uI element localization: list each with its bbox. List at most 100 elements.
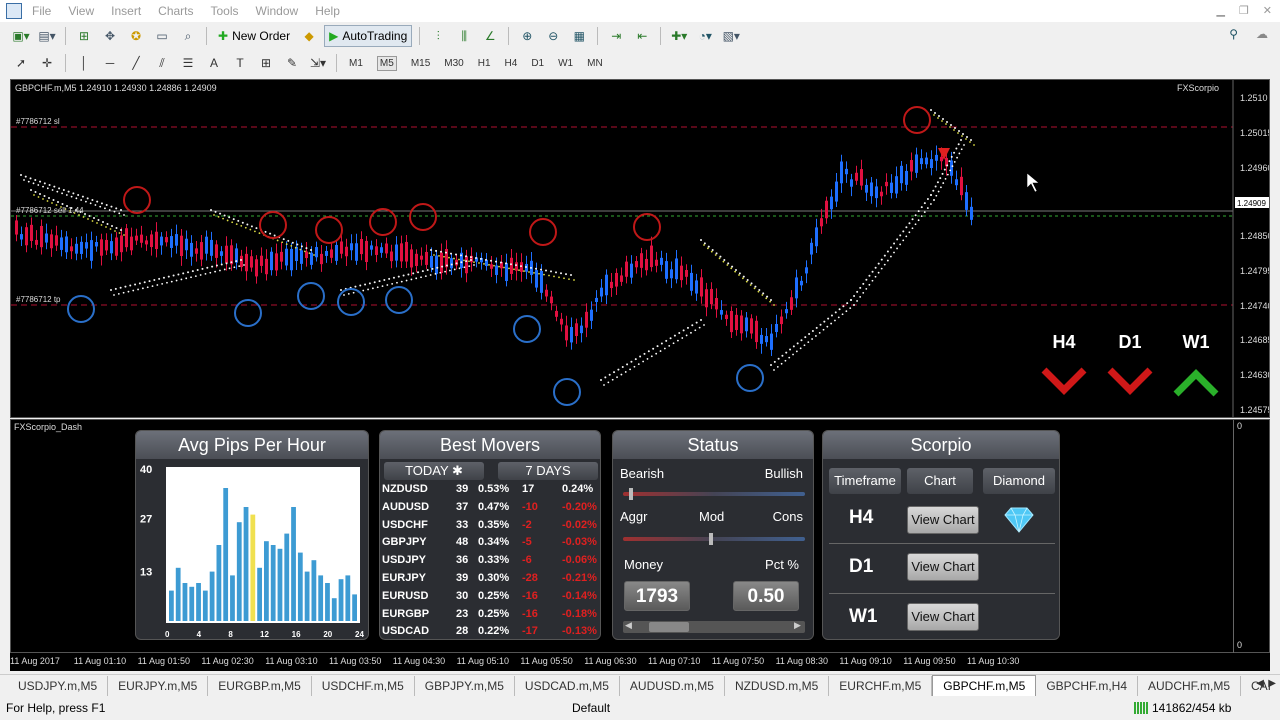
timeframe-m1[interactable]: M1: [349, 58, 363, 69]
vertical-line-icon[interactable]: │: [75, 54, 93, 72]
menu-insert[interactable]: Insert: [111, 4, 141, 18]
trail-dot: [949, 169, 952, 172]
new-order-button[interactable]: ✚ New Order: [214, 25, 294, 47]
trail-dot: [757, 290, 760, 293]
market-watch-icon[interactable]: ⊞: [75, 27, 93, 45]
timeframe-mn[interactable]: MN: [587, 58, 603, 69]
navigator-icon[interactable]: ✪: [127, 27, 145, 45]
chart-header-button[interactable]: Chart: [907, 468, 973, 494]
price-axis: 1.2510 1.25015 1.24960 1.24909 1.24850 1.2479…: [1235, 93, 1269, 415]
cursor-icon[interactable]: ➚: [12, 54, 30, 72]
trail-dot: [868, 274, 871, 277]
trail-dot: [935, 194, 938, 197]
view-chart-d1-button[interactable]: View Chart: [907, 553, 979, 581]
menu-view[interactable]: View: [68, 4, 94, 18]
chart-tab[interactable]: NZDUSD.m,M5: [725, 676, 830, 696]
metaeditor-icon[interactable]: ◆: [300, 27, 318, 45]
profiles-icon[interactable]: ▤▾: [38, 27, 56, 45]
risk-slider[interactable]: [623, 537, 805, 541]
zoom-in-icon[interactable]: ⊕: [518, 27, 536, 45]
candle-body: [565, 325, 568, 341]
line-chart-icon[interactable]: ∠: [481, 27, 499, 45]
chart-tab[interactable]: EURJPY.m,M5: [108, 676, 209, 696]
candle-body: [405, 241, 408, 262]
chart-tab[interactable]: EURCHF.m,M5: [829, 676, 933, 696]
timeframe-w1[interactable]: W1: [558, 58, 573, 69]
chart-tab[interactable]: GBPCHF.m,M5: [932, 675, 1037, 696]
today-tab[interactable]: TODAY ✱: [384, 462, 484, 480]
menu-help[interactable]: Help: [315, 4, 340, 18]
candle-body: [200, 242, 203, 260]
timeframe-header-button[interactable]: Timeframe: [829, 468, 901, 494]
timeframe-m30[interactable]: M30: [444, 58, 463, 69]
chart-tab[interactable]: USDCHF.m,M5: [312, 676, 415, 696]
chart-tab[interactable]: USDCAD.m,M5: [515, 676, 620, 696]
new-chart-icon[interactable]: ▣▾: [12, 27, 30, 45]
pct-field[interactable]: 0.50: [733, 581, 799, 611]
seven-days-tab[interactable]: 7 DAYS: [498, 462, 598, 480]
profile-name: Default: [572, 701, 611, 715]
scroll-left-icon[interactable]: ◀: [625, 620, 632, 631]
timeframe-m15[interactable]: M15: [411, 58, 430, 69]
periods-icon[interactable]: ◔▾: [696, 27, 714, 45]
candle-body: [40, 225, 43, 248]
timeframe-h1[interactable]: H1: [478, 58, 491, 69]
money-field[interactable]: 1793: [624, 581, 690, 611]
tab-scroll-left-icon[interactable]: ◀: [1256, 678, 1264, 689]
trendline-icon[interactable]: ╱: [127, 54, 145, 72]
channel-icon[interactable]: ⫽: [153, 54, 171, 72]
fibonacci-icon[interactable]: ☰: [179, 54, 197, 72]
autotrading-button[interactable]: ▶ AutoTrading: [324, 25, 413, 47]
text-label-icon[interactable]: T: [231, 54, 249, 72]
trail-dot: [235, 223, 238, 225]
scorpio-sell-icon: [409, 203, 437, 231]
trail-dot: [686, 326, 689, 329]
timeframe-m5[interactable]: M5: [376, 55, 397, 71]
close-icon[interactable]: ✕: [1263, 4, 1272, 17]
chart-tab[interactable]: GBPCHF.m,H4: [1036, 676, 1138, 696]
chart-tab[interactable]: EURGBP.m,M5: [208, 676, 312, 696]
search-icon[interactable]: ⚲: [1229, 27, 1238, 41]
timeframe-h4[interactable]: H4: [505, 58, 518, 69]
risk-slider-thumb[interactable]: [709, 533, 713, 545]
minimize-icon[interactable]: ▁: [1216, 4, 1224, 17]
data-window-icon[interactable]: ✥: [101, 27, 119, 45]
candlestick-icon[interactable]: ⫼: [455, 27, 473, 45]
chart-tab[interactable]: GBPJPY.m,M5: [415, 676, 515, 696]
trail-dot: [973, 144, 975, 146]
menu-file[interactable]: File: [32, 4, 51, 18]
pencil-icon[interactable]: ✎: [283, 54, 301, 72]
status-scrollbar-thumb[interactable]: [649, 622, 689, 632]
tab-scroll-right-icon[interactable]: ▶: [1268, 678, 1276, 689]
view-chart-h4-button[interactable]: View Chart: [907, 506, 979, 534]
arrows-icon[interactable]: ⇲▾: [309, 54, 327, 72]
terminal-icon[interactable]: ▭: [153, 27, 171, 45]
gann-icon[interactable]: ⊞: [257, 54, 275, 72]
diamond-header-button[interactable]: Diamond: [983, 468, 1055, 494]
menu-charts[interactable]: Charts: [158, 4, 193, 18]
restore-icon[interactable]: ❐: [1239, 4, 1249, 17]
timeframe-d1[interactable]: D1: [531, 58, 544, 69]
chart-tab[interactable]: AUDUSD.m,M5: [620, 676, 725, 696]
zoom-out-icon[interactable]: ⊖: [544, 27, 562, 45]
chart-tab[interactable]: AUDCHF.m,M5: [1138, 676, 1242, 696]
bar-chart-icon[interactable]: ⫶: [429, 27, 447, 45]
autoscroll-icon[interactable]: ⇥: [607, 27, 625, 45]
indicators-icon[interactable]: ✚▾: [670, 27, 688, 45]
tile-windows-icon[interactable]: ▦: [570, 27, 588, 45]
view-chart-w1-button[interactable]: View Chart: [907, 603, 979, 631]
chat-icon[interactable]: ☁: [1256, 27, 1268, 41]
crosshair-icon[interactable]: ✛: [38, 54, 56, 72]
horizontal-line-icon[interactable]: ─: [101, 54, 119, 72]
chart-tab[interactable]: USDJPY.m,M5: [8, 676, 109, 696]
candle-body: [805, 267, 808, 274]
trail-dot: [669, 337, 672, 340]
text-icon[interactable]: A: [205, 54, 223, 72]
templates-icon[interactable]: ▧▾: [722, 27, 740, 45]
price-chart[interactable]: 1.2510 1.25015 1.24960 1.24909 1.24850 1.2479…: [10, 79, 1270, 418]
chart-shift-icon[interactable]: ⇤: [633, 27, 651, 45]
tester-icon[interactable]: ⌕: [179, 27, 197, 45]
menu-window[interactable]: Window: [256, 4, 299, 18]
menu-tools[interactable]: Tools: [211, 4, 239, 18]
scroll-right-icon[interactable]: ▶: [794, 620, 801, 631]
